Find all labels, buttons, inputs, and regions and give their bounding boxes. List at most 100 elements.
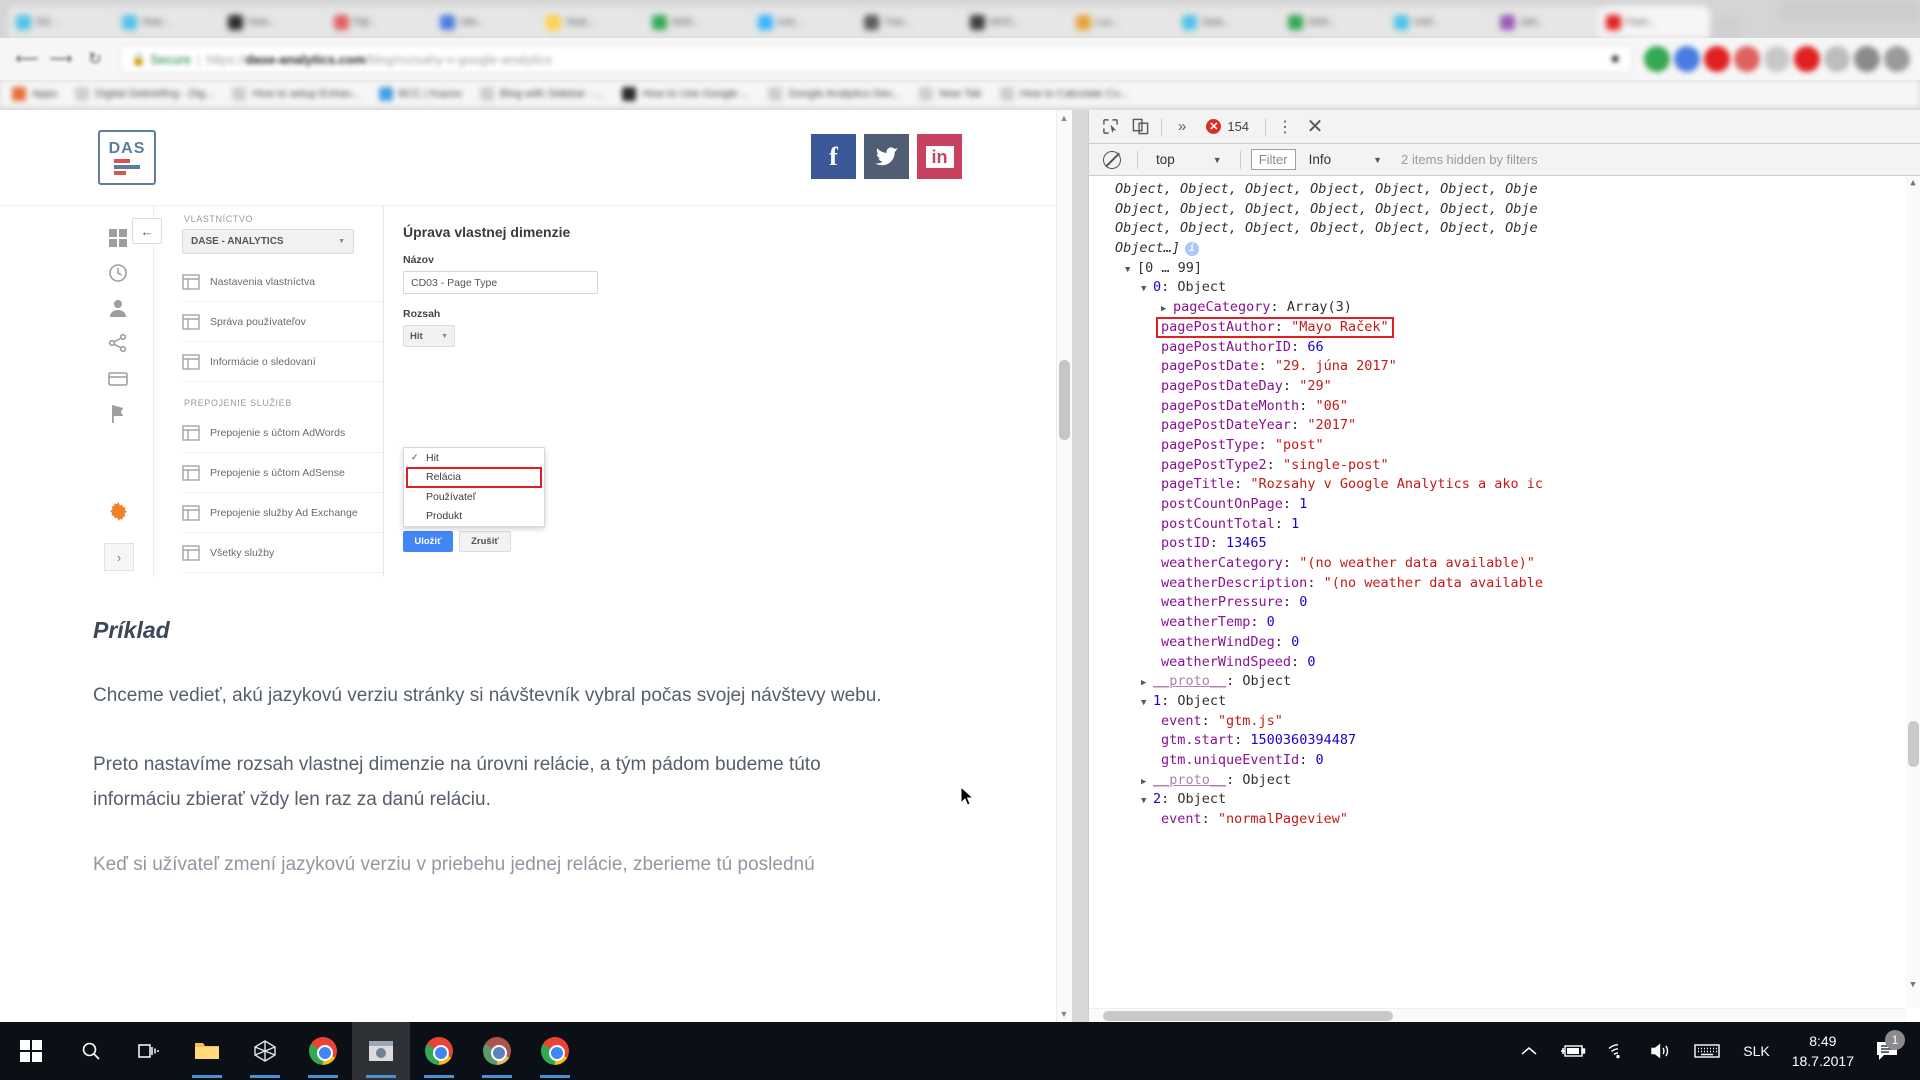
show-hidden-icons-button[interactable] [1509,1022,1549,1080]
bookmark-item[interactable]: How to Use Google ... [622,86,750,101]
ga-rail-card-icon[interactable] [108,369,130,391]
devtools-menu-button[interactable]: ⋮ [1272,117,1298,137]
console-scroll-up-arrow[interactable]: ▲ [1907,178,1919,188]
console-row[interactable]: ▼ 2: Object [1089,790,1920,810]
browser-tab[interactable]: Pgl... [326,6,438,38]
clock[interactable]: 8:49 18.7.2017 [1782,1022,1864,1080]
site-logo[interactable]: DAS [98,130,156,185]
console-row[interactable]: Object, Object, Object, Object, Object, … [1089,200,1920,220]
devtools-close-button[interactable]: ✕ [1298,114,1332,139]
window-controls[interactable] [1780,0,1920,22]
console-row[interactable]: event: "normalPageview" [1089,810,1920,830]
console-row[interactable]: pagePostDate: "29. júna 2017" [1089,357,1920,377]
browser-tab[interactable]: Luc... [1068,6,1180,38]
browser-tab[interactable]: Tran... [856,6,968,38]
inspect-element-icon[interactable] [1095,114,1125,140]
disclosure-triangle-icon[interactable]: ▼ [1141,694,1153,714]
disclosure-triangle-icon[interactable]: ▶ [1161,300,1173,320]
keyboard-button[interactable] [1683,1022,1731,1080]
extension-icon-5[interactable] [1764,46,1790,72]
extension-icon-2[interactable] [1674,46,1700,72]
console-row[interactable]: ▶ pageCategory: Array(3) [1089,298,1920,318]
extension-icon-3[interactable] [1704,46,1730,72]
console-vertical-thumb[interactable] [1908,721,1919,767]
console-row[interactable]: gtm.start: 1500360394487 [1089,731,1920,751]
taskbar-chrome-3[interactable] [468,1022,526,1080]
console-row[interactable]: weatherTemp: 0 [1089,613,1920,633]
console-row[interactable]: pagePostDateDay: "29" [1089,377,1920,397]
scroll-up-arrow[interactable]: ▲ [1058,112,1070,124]
console-row[interactable]: pagePostType: "post" [1089,436,1920,456]
bookmark-item[interactable]: Blog with Sidebar - ... [479,86,604,101]
back-button[interactable]: ⟵ [10,42,44,76]
bookmark-item[interactable]: How to Calculate Cu... [999,86,1129,101]
console-output[interactable]: Object, Object, Object, Object, Object, … [1089,176,1920,1022]
new-tab-button[interactable] [1714,16,1740,38]
browser-tab[interactable]: Sear... [1174,6,1286,38]
browser-tab[interactable]: Inte... [432,6,544,38]
ga-scope-option[interactable]: Relácia [406,466,542,488]
bookmark-item[interactable]: How to setup Enhan... [232,86,361,101]
console-row[interactable]: pageTitle: "Rozsahy v Google Analytics a… [1089,475,1920,495]
ga-cancel-button[interactable]: Zrušiť [459,531,511,552]
disclosure-triangle-icon[interactable]: ▼ [1125,261,1137,281]
browser-tab[interactable]: How... [114,6,226,38]
browser-tab[interactable]: Unif... [1386,6,1498,38]
ga-scope-option[interactable]: Produkt [404,507,544,527]
action-center-button[interactable]: 1 [1864,1030,1910,1061]
console-row[interactable]: postCountOnPage: 1 [1089,495,1920,515]
ga-service-item[interactable]: Všetky služby [182,533,383,573]
ga-menu-item[interactable]: Správa používateľov [182,302,383,342]
console-row[interactable]: pagePostAuthorID: 66 [1089,338,1920,358]
ga-rail-expand-button[interactable]: › [104,543,134,571]
ga-scope-option[interactable]: Používateľ [404,487,544,507]
browser-tab[interactable]: WVC... [962,6,1074,38]
disclosure-triangle-icon[interactable]: ▼ [1141,792,1153,812]
volume-button[interactable] [1639,1022,1683,1080]
console-row[interactable]: ▼ 1: Object [1089,692,1920,712]
console-row[interactable]: ▼ 0: Object [1089,278,1920,298]
address-bar[interactable]: 🔒 Secure | https:// dase-analytics.com /… [120,45,1632,73]
taskbar-chrome-window[interactable] [352,1022,410,1080]
console-row[interactable]: pagePostDateYear: "2017" [1089,416,1920,436]
twitter-icon[interactable] [864,134,909,179]
ga-rail-grid-icon[interactable] [108,228,130,250]
clear-console-icon[interactable] [1097,150,1127,169]
browser-tab[interactable]: Inst... [750,6,862,38]
console-row[interactable]: ▼ [0 … 99] [1089,259,1920,279]
console-row[interactable]: pagePostDateMonth: "06" [1089,397,1920,417]
ga-rail-gear-icon[interactable] [108,501,130,523]
extension-icon-4[interactable] [1734,46,1760,72]
page-scrollbar-thumb[interactable] [1059,360,1070,440]
ga-scope-options-menu[interactable]: ✓ Hit Relácia Používateľ Produkt [403,447,545,527]
console-row[interactable]: weatherCategory: "(no weather data avail… [1089,554,1920,574]
browser-tab[interactable]: DAS... [644,6,756,38]
ga-rail-flag-icon[interactable] [108,404,130,426]
browser-tab[interactable]: Sear... [538,6,650,38]
ga-service-item[interactable]: Prepojenie s účtom AdWords [182,413,383,453]
network-button[interactable] [1597,1022,1639,1080]
ga-rail-user-icon[interactable] [108,298,130,320]
console-row[interactable]: ▶ __proto__: Object [1089,771,1920,791]
scroll-down-arrow[interactable]: ▼ [1058,1008,1070,1020]
console-row[interactable]: weatherDescription: "(no weather data av… [1089,574,1920,594]
linkedin-icon[interactable]: in [917,134,962,179]
console-row[interactable]: Object, Object, Object, Object, Object, … [1089,180,1920,200]
taskbar-chrome-1[interactable] [294,1022,352,1080]
browser-tab[interactable]: Jed... [1492,6,1604,38]
console-row[interactable]: Object, Object, Object, Object, Object, … [1089,219,1920,239]
browser-tab[interactable]: Face... [1598,6,1710,38]
disclosure-triangle-icon[interactable]: ▼ [1141,280,1153,300]
console-level-selector[interactable]: Info ▼ [1300,152,1391,167]
taskbar-chrome-4[interactable] [526,1022,584,1080]
console-row[interactable]: ▶ __proto__: Object [1089,672,1920,692]
search-button[interactable] [62,1022,120,1080]
bookmark-star-icon[interactable]: ★ [1609,51,1621,67]
ga-scope-option[interactable]: ✓ Hit [404,448,544,468]
reload-button[interactable]: ↻ [78,42,112,76]
ga-scope-dropdown[interactable]: Hit ▼ [403,325,455,347]
extension-icon-7[interactable] [1824,46,1850,72]
console-row[interactable]: weatherPressure: 0 [1089,593,1920,613]
ga-menu-item[interactable]: Nastavenia vlastníctva [182,262,383,302]
console-row[interactable]: postID: 13465 [1089,534,1920,554]
